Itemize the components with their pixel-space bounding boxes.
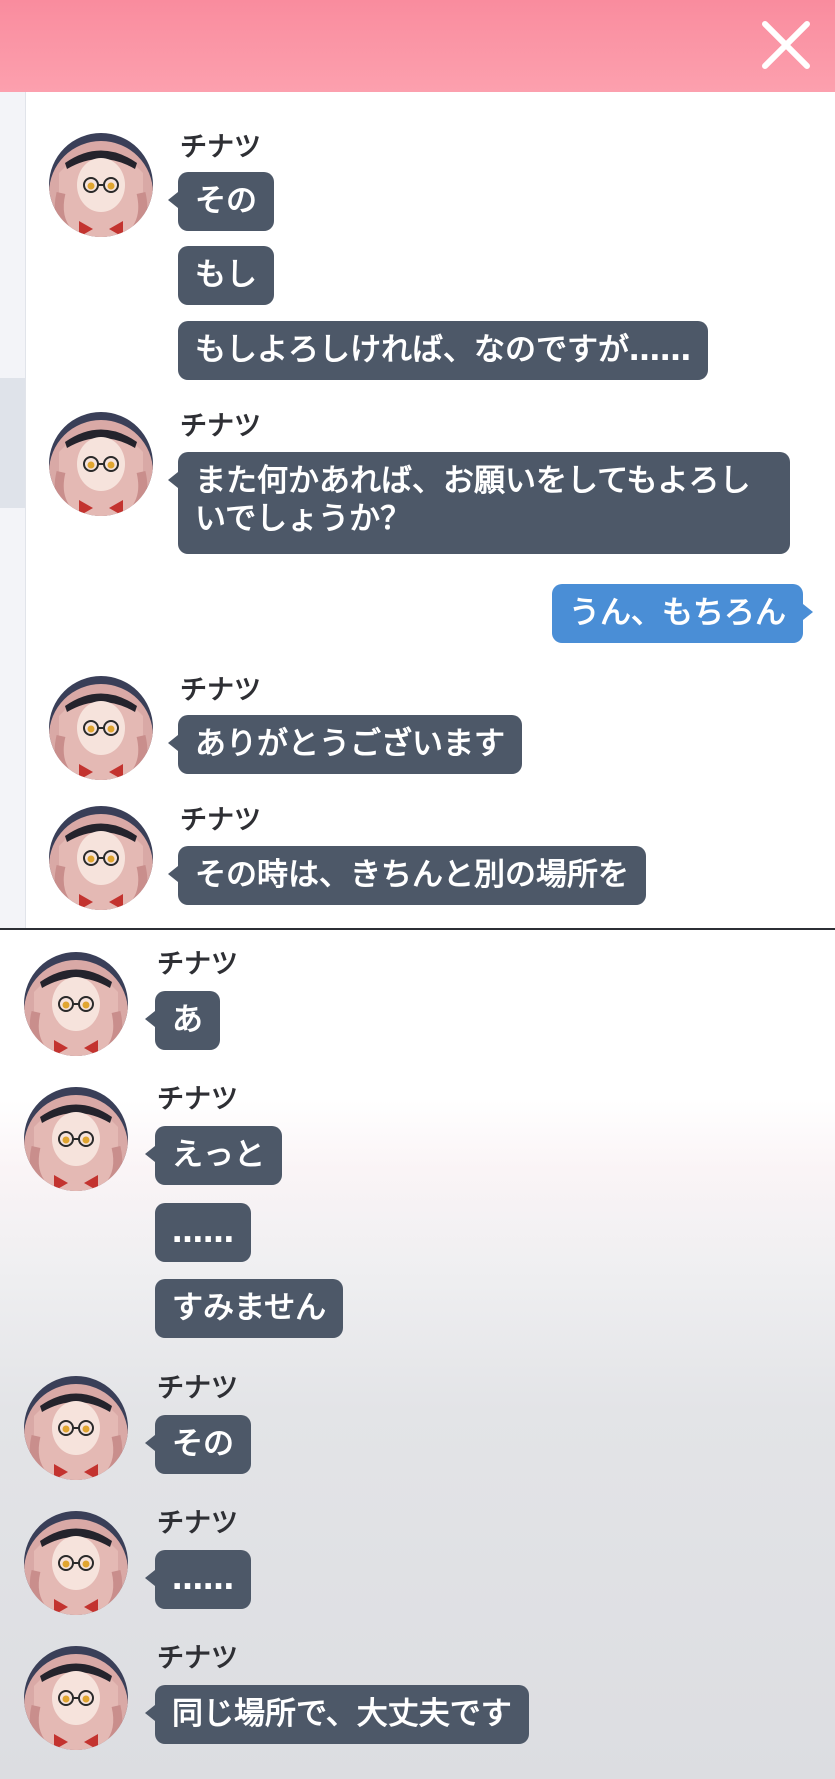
sender-name: チナツ <box>157 1643 238 1674</box>
message-bubble: …… <box>155 1203 251 1262</box>
side-panel <box>0 92 26 930</box>
avatar-chinatsu <box>49 676 153 780</box>
avatar-chinatsu <box>24 952 128 1056</box>
message-bubble: もしよろしければ、なのですが…… <box>178 321 708 380</box>
sender-name: チナツ <box>180 411 261 442</box>
close-icon[interactable] <box>758 17 814 73</box>
sender-name: チナツ <box>157 949 238 980</box>
avatar-chinatsu <box>49 806 153 910</box>
message-bubble: その <box>145 1415 251 1474</box>
sender-name: チナツ <box>157 1508 238 1539</box>
message-bubble: すみません <box>155 1279 344 1338</box>
message-bubble: 同じ場所で、大丈夫です <box>145 1685 529 1744</box>
message-bubble: あ <box>145 991 220 1050</box>
chat-log-bottom[interactable]: チナツ あ チナツ えっと …… すみません チナツ その チナツ …… チナツ… <box>0 930 835 1779</box>
message-bubble: ありがとうございます <box>168 715 522 774</box>
sender-name: チナツ <box>157 1373 238 1404</box>
message-bubble: …… <box>145 1550 251 1609</box>
avatar-chinatsu <box>24 1376 128 1480</box>
chat-header <box>0 0 835 92</box>
avatar-chinatsu <box>24 1511 128 1615</box>
avatar-chinatsu <box>24 1646 128 1750</box>
avatar-chinatsu <box>49 133 153 237</box>
avatar-chinatsu <box>49 412 153 516</box>
message-bubble: その時は、きちんと別の場所を <box>168 846 646 905</box>
sender-name: チナツ <box>180 675 261 706</box>
message-bubble: また何かあれば、お願いをしてもよろしいでしょうか？ <box>168 452 790 554</box>
message-bubble: えっと <box>145 1126 282 1185</box>
sender-name: チナツ <box>180 805 261 836</box>
player-message-bubble: うん、もちろん <box>552 584 813 643</box>
sender-name: チナツ <box>157 1084 238 1115</box>
message-bubble: もし <box>178 246 274 305</box>
chat-window-top: チナツ その もし もしよろしければ、なのですが…… チナツ また何かあれば、お… <box>0 0 835 930</box>
message-bubble: その <box>168 172 274 231</box>
sender-name: チナツ <box>180 132 261 163</box>
avatar-chinatsu <box>24 1087 128 1191</box>
close-button[interactable] <box>758 17 814 73</box>
